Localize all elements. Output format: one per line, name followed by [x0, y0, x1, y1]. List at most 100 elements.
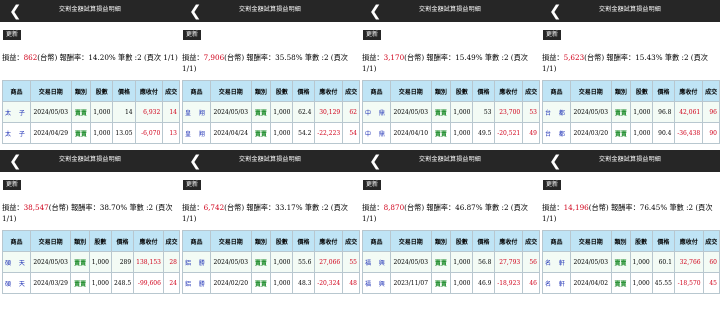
column-header[interactable]: 交易日期	[389, 80, 432, 102]
column-header[interactable]: 應收付	[493, 230, 524, 252]
column-header[interactable]: 股數	[270, 230, 294, 252]
cell-date: 2024/05/03	[569, 101, 612, 123]
column-header[interactable]: 交易日期	[209, 230, 252, 252]
update-button[interactable]: 更新	[3, 180, 22, 190]
screen-panel: ❮ 交割金額試算損益明細 更新 損益：38,547(台幣) 報酬率：38.70% 筆數…	[0, 150, 180, 300]
table-row[interactable]: 福 興 2023/11/07 賣賣 1,000 46.9 -18,923 46	[362, 272, 540, 294]
column-header[interactable]: 商品	[542, 230, 571, 252]
column-header[interactable]: 價格	[110, 230, 135, 252]
column-header[interactable]: 價格	[292, 230, 315, 252]
column-header[interactable]: 商品	[362, 80, 391, 102]
column-header[interactable]: 股數	[450, 230, 474, 252]
table-row[interactable]: 鋁 勝 2024/05/03 賣賣 1,000 55.6 27,066 55	[182, 251, 360, 273]
cell-name: 碩 天	[2, 251, 31, 273]
table-row[interactable]: 名 軒 2024/05/03 賣賣 1,000 60.1 32,766 60	[542, 251, 720, 273]
column-header[interactable]: 股數	[629, 230, 653, 252]
cell-type: 賣賣	[250, 272, 272, 294]
table-row[interactable]: 台 都 2024/03/20 賣賣 1,000 90.4 -36,438 90	[542, 122, 720, 144]
update-button[interactable]: 更新	[363, 180, 382, 190]
table-row[interactable]: 鋁 勝 2024/02/20 賣賣 1,000 48.3 -20,324 48	[182, 272, 360, 294]
cell-price: 13.05	[112, 122, 136, 144]
column-header[interactable]: 成交	[522, 80, 540, 102]
table-row[interactable]: 台 都 2024/05/03 賣賣 1,000 96.8 42,061 96	[542, 101, 720, 123]
table-header-row: 商品 交易日期 類別 股數 價格 應收付 成交	[2, 230, 180, 252]
column-header[interactable]: 應收付	[133, 230, 164, 252]
column-header[interactable]: 類別	[70, 80, 92, 102]
column-header[interactable]: 股數	[90, 80, 114, 102]
column-header[interactable]: 交易日期	[29, 80, 72, 102]
table-row[interactable]: 名 軒 2024/04/02 賣賣 1,000 45.55 -18,570 45	[542, 272, 720, 294]
column-header[interactable]: 交易日期	[29, 230, 72, 252]
column-header[interactable]: 交易日期	[389, 230, 432, 252]
column-header[interactable]: 價格	[652, 80, 675, 102]
column-header[interactable]: 類別	[430, 80, 452, 102]
column-header[interactable]: 類別	[610, 80, 632, 102]
column-header[interactable]: 成交	[702, 80, 720, 102]
screen-panel: ❮ 交割金額試算損益明細 更新 損益：6,742(台幣) 報酬率：33.17% 筆數 …	[180, 150, 360, 300]
table-row[interactable]: 中 鼎 2024/04/10 賣賣 1,000 49.5 -20,521 49	[362, 122, 540, 144]
column-header[interactable]: 應收付	[134, 80, 164, 102]
column-header[interactable]: 價格	[292, 80, 315, 102]
column-header[interactable]: 成交	[162, 230, 180, 252]
table-row[interactable]: 福 興 2024/05/03 賣賣 1,000 56.8 27,793 56	[362, 251, 540, 273]
trade-table: 商品 交易日期 類別 股數 價格 應收付 成交名 軒 2024/05/03 賣賣 1,000 60.…	[542, 230, 720, 294]
update-button[interactable]: 更新	[543, 180, 562, 190]
column-header[interactable]: 商品	[362, 230, 391, 252]
column-header[interactable]: 類別	[430, 230, 452, 252]
table-row[interactable]: 中 鼎 2024/05/03 賣賣 1,000 53 23,700 53	[362, 101, 540, 123]
column-header[interactable]: 成交	[342, 230, 360, 252]
column-header[interactable]: 應收付	[313, 80, 344, 102]
cell-name: 鋁 勝	[182, 272, 211, 294]
column-header[interactable]: 成交	[342, 80, 360, 102]
column-header[interactable]: 股數	[88, 230, 112, 252]
update-button[interactable]: 更新	[183, 30, 202, 40]
column-header[interactable]: 應收付	[493, 80, 524, 102]
top-bar: ❮ 交割金額試算損益明細	[360, 0, 540, 22]
table-row[interactable]: 碩 天 2024/03/29 賣賣 1,000 248.5 -99,606 24	[2, 272, 180, 294]
column-header[interactable]: 價格	[472, 230, 495, 252]
column-header[interactable]: 成交	[162, 80, 180, 102]
update-button[interactable]: 更新	[183, 180, 202, 190]
column-header[interactable]: 價格	[112, 80, 136, 102]
column-header[interactable]: 應收付	[673, 80, 704, 102]
column-header[interactable]: 成交	[522, 230, 540, 252]
update-button[interactable]: 更新	[543, 30, 562, 40]
column-header[interactable]: 交易日期	[569, 80, 612, 102]
column-header[interactable]: 應收付	[673, 230, 704, 252]
update-button[interactable]: 更新	[3, 30, 22, 40]
column-header[interactable]: 類別	[250, 230, 272, 252]
column-header[interactable]: 股數	[450, 80, 474, 102]
summary-text: (台幣) 報酬率：14.20% 筆數 :2 (頁次 1/1)	[37, 53, 178, 62]
column-header[interactable]: 應收付	[313, 230, 344, 252]
column-header[interactable]: 價格	[472, 80, 495, 102]
column-header[interactable]: 股數	[630, 80, 654, 102]
profit-summary: 損益：8,870(台幣) 報酬率：46.87% 筆數 :2 (頁次 1/1)	[362, 202, 540, 224]
update-button[interactable]: 更新	[363, 30, 382, 40]
column-header[interactable]: 交易日期	[569, 230, 612, 252]
cell-price: 96.8	[652, 101, 675, 123]
column-header[interactable]: 類別	[250, 80, 272, 102]
cell-price: 54.2	[292, 122, 315, 144]
cell-extra: 56	[522, 251, 540, 273]
column-header[interactable]: 類別	[610, 230, 631, 252]
table-row[interactable]: 太 子 2024/05/03 賣賣 1,000 14 6,932 14	[2, 101, 180, 123]
column-header[interactable]: 商品	[542, 80, 571, 102]
column-header[interactable]: 股數	[270, 80, 294, 102]
page-title: 交割金額試算損益明細	[238, 156, 301, 163]
column-header[interactable]: 商品	[2, 230, 31, 252]
cell-name: 名 軒	[542, 272, 571, 294]
column-header[interactable]: 商品	[2, 80, 31, 102]
table-row[interactable]: 碩 天 2024/05/03 賣賣 1,000 289 138,153 28	[2, 251, 180, 273]
column-header[interactable]: 商品	[182, 80, 211, 102]
cell-price: 60.1	[651, 251, 675, 273]
cell-date: 2024/05/03	[29, 251, 72, 273]
cell-name: 太 子	[2, 122, 31, 144]
column-header[interactable]: 交易日期	[209, 80, 252, 102]
column-header[interactable]: 成交	[702, 230, 720, 252]
table-row[interactable]: 皇 翔 2024/04/24 賣賣 1,000 54.2 -22,223 54	[182, 122, 360, 144]
column-header[interactable]: 價格	[651, 230, 675, 252]
column-header[interactable]: 商品	[182, 230, 211, 252]
column-header[interactable]: 類別	[70, 230, 90, 252]
table-row[interactable]: 太 子 2024/04/29 賣賣 1,000 13.05 -6,070 13	[2, 122, 180, 144]
table-row[interactable]: 皇 翔 2024/05/03 賣賣 1,000 62.4 30,129 62	[182, 101, 360, 123]
